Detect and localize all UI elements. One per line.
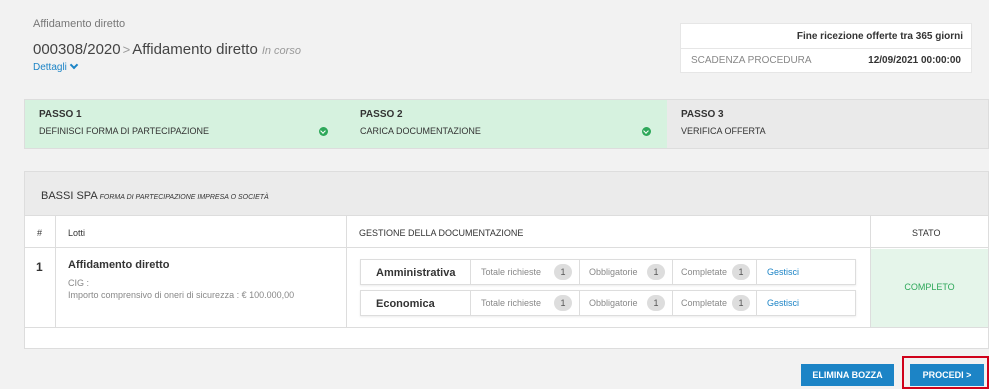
state-cell: COMPLETO <box>870 249 988 327</box>
mandatory-label: Obbligatorie <box>589 298 638 308</box>
manage-cell: Gestisci <box>756 291 855 315</box>
company-name: BASSI SPA <box>41 190 98 202</box>
row-number: 1 <box>36 260 43 274</box>
completed-badge: 1 <box>732 295 750 311</box>
step-name: VERIFICA OFFERTA <box>681 126 766 136</box>
documentation-panel: BASSI SPA FORMA DI PARTECIPAZIONE IMPRESA… <box>24 171 989 349</box>
total-cell: Totale richieste 1 <box>470 291 579 315</box>
col-divider <box>346 216 347 327</box>
completed-cell: Completate 1 <box>672 260 756 284</box>
deadline-headline: Fine ricezione offerte tra 365 giorni <box>796 31 963 42</box>
participation-form: FORMA DI PARTECIPAZIONE IMPRESA O SOCIET… <box>99 194 269 201</box>
col-divider <box>870 216 871 249</box>
doc-name: Amministrativa <box>376 267 456 279</box>
col-divider <box>55 216 56 327</box>
lot-title: Affidamento diretto <box>68 259 170 271</box>
lot-cig: CIG : <box>68 278 90 288</box>
step-name: DEFINISCI FORMA DI PARTECIPAZIONE <box>39 126 210 136</box>
mandatory-badge: 1 <box>647 295 665 311</box>
check-circle-icon <box>642 127 651 136</box>
proceed-button[interactable]: PROCEDI > <box>910 364 984 386</box>
completed-badge: 1 <box>732 264 750 280</box>
doc-row-amministrativa: Amministrativa Totale richieste 1 Obblig… <box>360 259 856 285</box>
completed-label: Completate <box>681 267 728 277</box>
manage-link[interactable]: Gestisci <box>767 267 799 277</box>
manage-link[interactable]: Gestisci <box>767 298 799 308</box>
status-label: In corso <box>261 45 301 57</box>
col-state-header: STATO <box>912 228 941 238</box>
col-num-header: # <box>37 228 43 238</box>
mandatory-label: Obbligatorie <box>589 267 638 277</box>
delete-draft-button[interactable]: ELIMINA BOZZA <box>801 364 894 386</box>
completed-label: Completate <box>681 298 728 308</box>
lot-amount-note: Importo comprensivo di oneri di sicurezz… <box>68 290 295 300</box>
step-number: PASSO 1 <box>39 109 82 120</box>
total-label: Totale richieste <box>481 298 542 308</box>
procedure-name: Affidamento diretto <box>132 41 258 58</box>
mandatory-cell: Obbligatorie 1 <box>579 291 672 315</box>
title-separator: > <box>122 42 131 57</box>
deadline-divider <box>681 48 971 49</box>
total-cell: Totale richieste 1 <box>470 260 579 284</box>
mandatory-badge: 1 <box>647 264 665 280</box>
total-label: Totale richieste <box>481 267 542 277</box>
step-1[interactable]: PASSO 1 DEFINISCI FORMA DI PARTECIPAZION… <box>25 100 346 148</box>
check-circle-icon <box>319 127 328 136</box>
mandatory-cell: Obbligatorie 1 <box>579 260 672 284</box>
total-badge: 1 <box>554 264 572 280</box>
page-header: Affidamento diretto 000308/2020 > Affidame… <box>0 0 989 90</box>
page-title: 000308/2020 > Affidamento diretto In corso <box>33 41 301 58</box>
doc-row-economica: Economica Totale richieste 1 Obbligatori… <box>360 290 856 316</box>
manage-cell: Gestisci <box>756 260 855 284</box>
details-label[interactable]: Dettagli <box>33 62 67 73</box>
deadline-box: Fine ricezione offerte tra 365 giorni SC… <box>680 23 972 73</box>
step-number: PASSO 3 <box>681 109 724 120</box>
step-number: PASSO 2 <box>360 109 403 120</box>
table-header: # Lotti GESTIONE DELLA DOCUMENTAZIONE ST… <box>25 216 988 248</box>
wizard-steps: PASSO 1 DEFINISCI FORMA DI PARTECIPAZION… <box>24 99 989 149</box>
panel-header: BASSI SPA FORMA DI PARTECIPAZIONE IMPRESA… <box>25 172 988 216</box>
deadline-label: SCADENZA PROCEDURA <box>691 55 812 66</box>
breadcrumb[interactable]: Affidamento diretto <box>33 18 125 30</box>
company-label: BASSI SPA FORMA DI PARTECIPAZIONE IMPRESA… <box>41 190 269 202</box>
panel-divider <box>25 327 988 328</box>
step-2[interactable]: PASSO 2 CARICA DOCUMENTAZIONE <box>346 100 667 148</box>
col-lots-header: Lotti <box>68 228 86 238</box>
deadline-value: 12/09/2021 00:00:00 <box>868 55 961 66</box>
step-name: CARICA DOCUMENTAZIONE <box>360 126 481 136</box>
doc-name: Economica <box>376 298 435 310</box>
details-toggle[interactable]: Dettagli <box>33 60 79 73</box>
state-label: COMPLETO <box>904 282 955 292</box>
step-3[interactable]: PASSO 3 VERIFICA OFFERTA <box>667 100 988 148</box>
completed-cell: Completate 1 <box>672 291 756 315</box>
procedure-code: 000308/2020 <box>33 41 121 58</box>
col-docs-header: GESTIONE DELLA DOCUMENTAZIONE <box>359 228 524 238</box>
chevron-down-icon[interactable] <box>69 60 79 70</box>
total-badge: 1 <box>554 295 572 311</box>
